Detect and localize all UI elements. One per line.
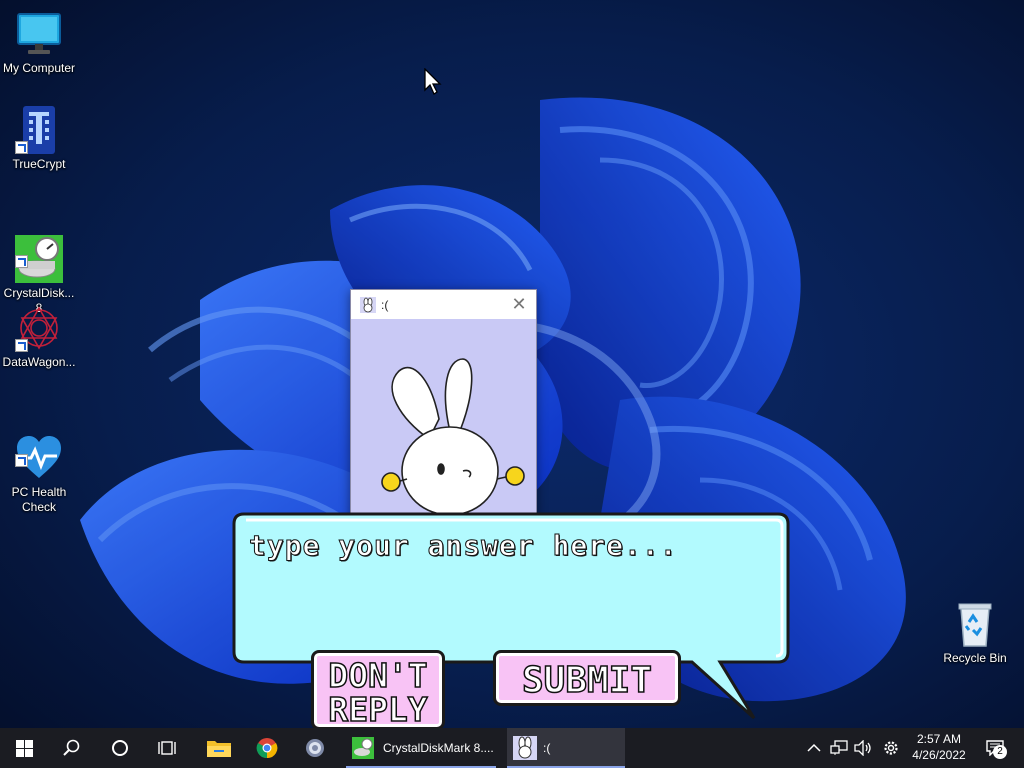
cortana-button[interactable] (96, 728, 144, 768)
notifications-button[interactable]: 2 (980, 728, 1010, 768)
tray-settings-button[interactable] (879, 728, 903, 768)
dont-reply-button[interactable]: DON'T REPLY (311, 650, 445, 730)
taskbar-app-label: CrystalDiskMark 8.... (383, 741, 494, 755)
cortana-circle-icon (112, 740, 128, 756)
heart-pulse-icon (15, 419, 63, 478)
truecrypt-icon (15, 106, 63, 154)
taskbar-app-label: :( (543, 741, 551, 755)
crystaldiskmark-icon (15, 220, 63, 283)
clock-date: 4/26/2022 (912, 748, 966, 762)
settings-icon (306, 739, 324, 757)
settings-button[interactable] (291, 728, 339, 768)
volume-icon (854, 740, 871, 756)
shortcut-arrow-icon (15, 454, 28, 467)
shortcut-arrow-icon (15, 141, 28, 154)
desktop-icon-label: PC Health Check (11, 485, 67, 514)
answer-input[interactable] (239, 519, 779, 649)
desktop-icon-datawagon[interactable]: DataWagon... (1, 304, 77, 370)
popup-title: :( (381, 297, 389, 312)
datawagon-icon (15, 304, 63, 352)
bunny-popup-window[interactable]: :( ✕ (350, 289, 537, 521)
recycle-bin-icon (951, 600, 999, 648)
mouse-cursor-icon (424, 67, 444, 96)
popup-titlebar[interactable]: :( ✕ (351, 290, 536, 319)
shortcut-arrow-icon (15, 339, 28, 352)
volume-button[interactable] (852, 728, 874, 768)
gear-icon (884, 741, 898, 755)
monitor-icon (15, 10, 63, 58)
search-button[interactable] (48, 728, 96, 768)
clock-time: 2:57 AM (916, 732, 962, 746)
windows-start-icon (15, 739, 33, 757)
chrome-icon (256, 738, 278, 759)
desktop-icon-label: TrueCrypt (12, 157, 66, 171)
show-hidden-icons-button[interactable] (804, 728, 824, 768)
network-icon (830, 740, 848, 755)
file-explorer-button[interactable] (195, 728, 243, 768)
bunny-app-icon (360, 296, 376, 313)
taskbar: CrystalDiskMark 8.... :(2:57 AM 4/26/20… (0, 728, 1024, 768)
popup-content (351, 319, 536, 520)
task-view-button[interactable] (144, 728, 192, 768)
desktop-icon-label: My Computer (2, 61, 76, 75)
desktop-icon-pc-health-check[interactable]: PC Health Check (1, 404, 77, 530)
taskbar-app-bunny[interactable]: :( (507, 728, 625, 768)
taskbar-clock[interactable]: 2:57 AM 4/26/2022 (902, 731, 976, 763)
close-icon[interactable]: ✕ (510, 295, 528, 313)
crystaldiskmark-icon (352, 737, 374, 759)
chrome-button[interactable] (243, 728, 291, 768)
notification-count-badge: 2 (993, 745, 1007, 759)
desktop-icon-recycle-bin[interactable]: Recycle Bin (937, 600, 1013, 666)
file-explorer-icon (207, 741, 231, 757)
search-icon (63, 739, 80, 756)
task-view-icon (158, 741, 176, 755)
chevron-up-icon (807, 743, 821, 752)
desktop-icon-my-computer[interactable]: My Computer (1, 10, 77, 76)
taskbar-app-crystaldiskmark[interactable]: CrystalDiskMark 8.... (346, 728, 496, 768)
desktop-icon-label: DataWagon... (2, 355, 76, 369)
bunny-illustration (381, 358, 525, 516)
network-button[interactable] (828, 728, 850, 768)
bunny-app-icon (513, 736, 537, 760)
submit-button[interactable]: SUBMIT (493, 650, 681, 706)
desktop-icon-truecrypt[interactable]: TrueCrypt (1, 106, 77, 172)
start-button[interactable] (0, 728, 48, 768)
desktop-icon-label: Recycle Bin (943, 651, 1007, 665)
shortcut-arrow-icon (15, 255, 28, 268)
